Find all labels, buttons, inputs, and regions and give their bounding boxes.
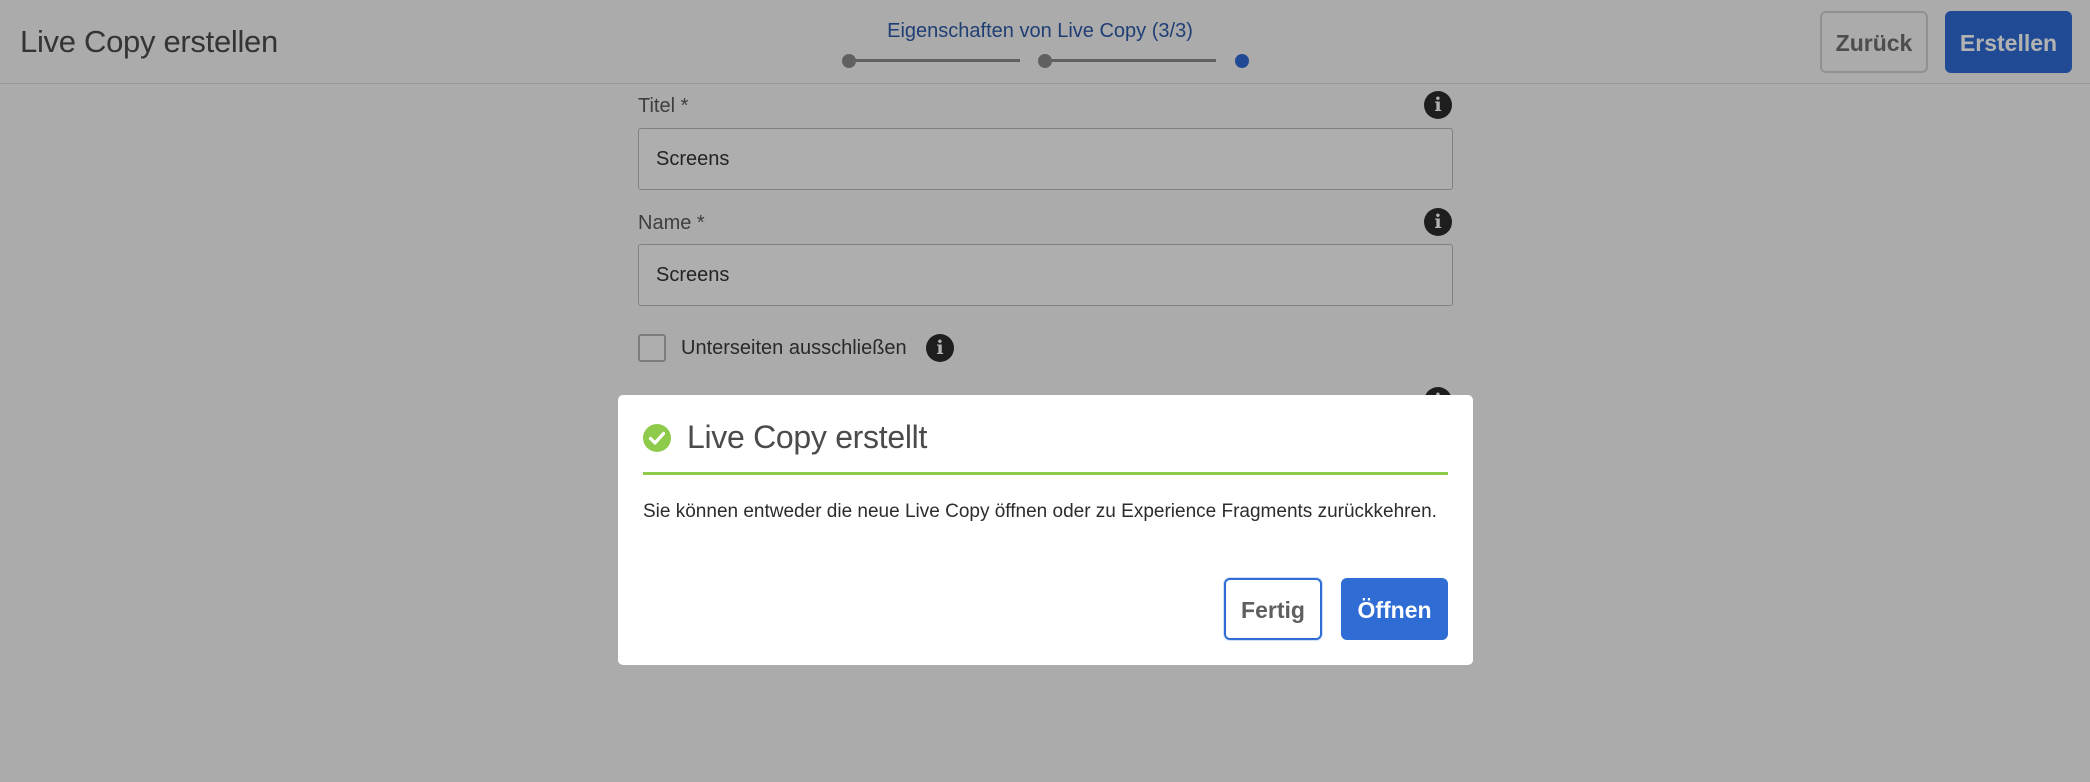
dialog-divider (643, 472, 1448, 475)
dialog-title: Live Copy erstellt (687, 419, 928, 455)
done-button[interactable]: Fertig (1224, 578, 1322, 640)
success-dialog: Live Copy erstellt Sie können entweder d… (618, 395, 1473, 665)
open-button[interactable]: Öffnen (1341, 578, 1448, 640)
checkmark-circle-icon (643, 424, 671, 452)
dialog-message: Sie können entweder die neue Live Copy ö… (643, 501, 1437, 522)
